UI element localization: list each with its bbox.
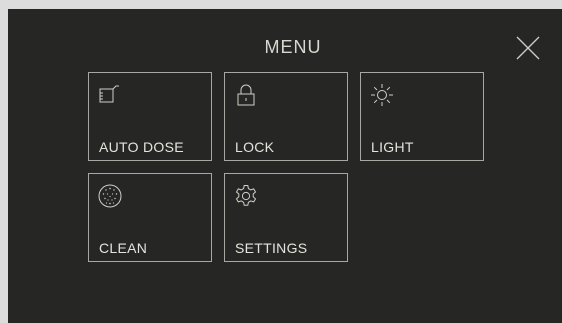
close-icon [515,35,541,61]
auto-dose-label: AUTO DOSE [99,139,184,155]
lock-label: LOCK [235,139,275,155]
lock-button[interactable]: LOCK [224,72,348,161]
clean-button[interactable]: CLEAN [88,173,212,262]
gear-icon [234,184,258,208]
appliance-screen: MENU AUTO DOSE LOCK LIGHT CLEAN SETTINGS [8,9,562,323]
sun-icon [370,83,394,107]
light-button[interactable]: LIGHT [360,72,484,161]
auto-dose-button[interactable]: AUTO DOSE [88,72,212,161]
measuring-cup-icon [98,83,122,107]
close-button[interactable] [515,35,541,61]
page-title: MENU [264,37,322,57]
settings-label: SETTINGS [235,240,308,256]
sparkle-circle-icon [98,184,122,208]
light-label: LIGHT [371,139,414,155]
settings-button[interactable]: SETTINGS [224,173,348,262]
clean-label: CLEAN [99,240,148,256]
padlock-icon [234,83,258,107]
